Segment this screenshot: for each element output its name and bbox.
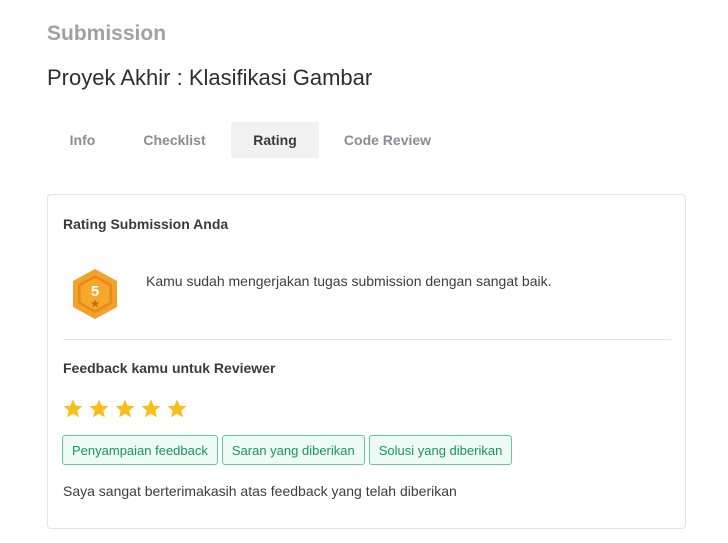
star-icon xyxy=(63,399,83,418)
tab-code-review[interactable]: Code Review xyxy=(319,122,456,158)
feedback-heading: Feedback kamu untuk Reviewer xyxy=(63,360,276,376)
rating-heading: Rating Submission Anda xyxy=(63,216,229,232)
tag-saran-yang-diberikan[interactable]: Saran yang diberikan xyxy=(221,435,365,465)
feedback-text: Saya sangat berterimakasih atas feedback… xyxy=(63,483,457,499)
star-icon xyxy=(89,399,109,418)
tag-penyampaian-feedback[interactable]: Penyampaian feedback xyxy=(62,435,218,465)
badge-value: 5 xyxy=(91,283,99,300)
rating-card: Rating Submission Anda 5 Kamu sudah meng… xyxy=(47,194,686,529)
divider xyxy=(63,339,671,340)
tab-rating[interactable]: Rating xyxy=(231,122,319,158)
page-title: Proyek Akhir : Klasifikasi Gambar xyxy=(47,65,373,90)
star-rating xyxy=(62,398,188,420)
section-label: Submission xyxy=(47,22,167,45)
star-icon xyxy=(115,399,135,418)
star-icon xyxy=(141,399,161,418)
rating-message: Kamu sudah mengerjakan tugas submission … xyxy=(146,273,552,289)
tab-checklist[interactable]: Checklist xyxy=(118,122,231,158)
tab-info[interactable]: Info xyxy=(47,122,118,158)
star-icon xyxy=(167,399,187,418)
tab-bar: Info Checklist Rating Code Review xyxy=(47,122,456,158)
hexagon-star-badge-icon: 5 xyxy=(73,269,117,319)
rating-badge: 5 xyxy=(68,267,122,321)
tag-solusi-yang-diberikan[interactable]: Solusi yang diberikan xyxy=(368,435,513,465)
feedback-tags: Penyampaian feedback Saran yang diberika… xyxy=(62,435,513,465)
